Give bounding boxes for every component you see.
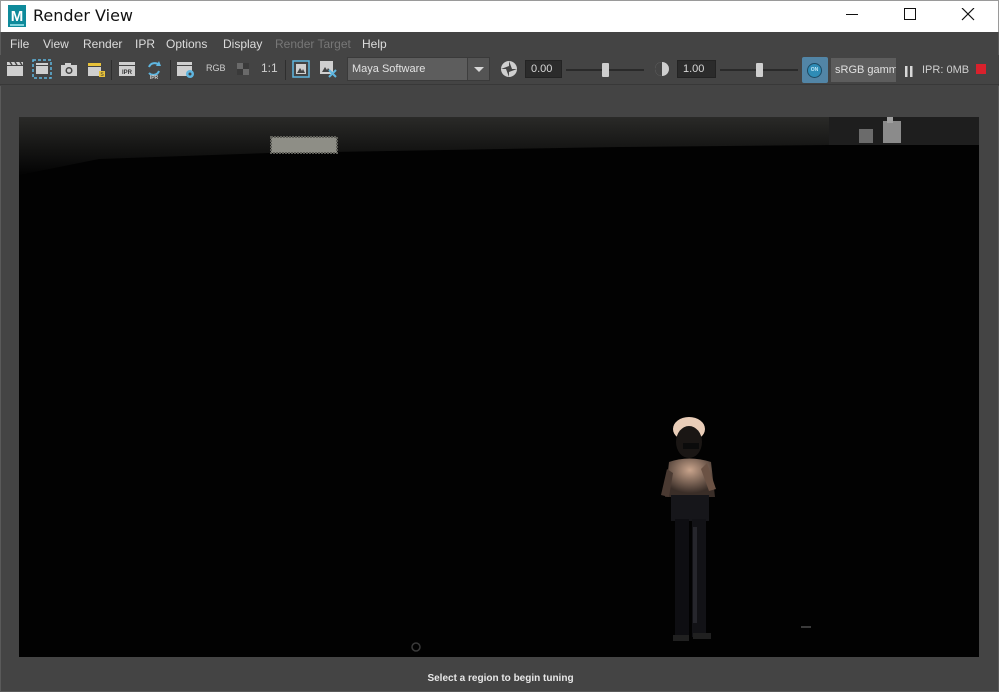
- renderer-dropdown[interactable]: Maya Software: [347, 57, 490, 81]
- maya-app-icon: M: [8, 5, 26, 27]
- rendered-image[interactable]: [19, 117, 979, 657]
- refresh-ipr-button[interactable]: IPR: [143, 58, 165, 81]
- menu-ipr[interactable]: IPR: [135, 37, 155, 51]
- menu-display[interactable]: Display: [223, 37, 262, 51]
- gamma-field[interactable]: 1.00: [677, 60, 716, 78]
- svg-text:IPR: IPR: [122, 70, 133, 76]
- clapper-icon: [7, 61, 23, 76]
- render-toolbar: S IPR IPR RGB 1:1 Maya Software 0.00 1.0…: [0, 55, 999, 85]
- render-settings-icon: [177, 62, 194, 78]
- maximize-icon: [904, 8, 916, 20]
- maximize-button[interactable]: [881, 1, 939, 31]
- title-bar: M Render View: [0, 0, 999, 32]
- menu-help[interactable]: Help: [362, 37, 387, 51]
- snapshot-button[interactable]: [58, 58, 80, 80]
- ipr-clapper-icon: IPR: [119, 62, 135, 76]
- real-size-button[interactable]: 1:1: [261, 61, 278, 75]
- close-button[interactable]: [939, 1, 997, 31]
- ipr-render-button[interactable]: IPR: [116, 58, 138, 80]
- menu-file[interactable]: File: [10, 37, 29, 51]
- render-region-icon: [32, 59, 52, 79]
- toolbar-separator: [170, 60, 171, 80]
- render-sequence-button[interactable]: S: [85, 58, 107, 80]
- aperture-icon: [501, 61, 517, 77]
- gamma-icon: [655, 62, 669, 76]
- close-icon: [961, 8, 975, 21]
- renderer-dropdown-value: Maya Software: [352, 63, 426, 75]
- menu-bar: File View Render IPR Options Display Ren…: [0, 32, 999, 55]
- menu-options[interactable]: Options: [166, 37, 207, 51]
- color-management-toggle[interactable]: ON: [802, 57, 828, 83]
- exposure-slider-thumb[interactable]: [601, 63, 609, 77]
- remove-image-icon: [320, 61, 337, 78]
- render-region-button[interactable]: [31, 58, 53, 80]
- gamma-slider-thumb[interactable]: [755, 63, 763, 77]
- gamma-icon-button[interactable]: [651, 58, 673, 80]
- keep-image-button[interactable]: [290, 58, 312, 80]
- menu-render-target: Render Target: [275, 37, 351, 51]
- keep-image-icon: [292, 60, 310, 78]
- svg-text:IPR: IPR: [150, 75, 159, 80]
- status-message: Select a region to begin tuning: [427, 673, 574, 684]
- display-rgb-channels-button[interactable]: RGB: [206, 63, 226, 73]
- render-viewport[interactable]: [0, 86, 999, 668]
- menu-view[interactable]: View: [43, 37, 69, 51]
- exposure-icon-button[interactable]: [498, 58, 520, 80]
- redo-render-button[interactable]: [4, 58, 26, 80]
- stop-render-button[interactable]: [976, 64, 986, 74]
- render-scene: [19, 117, 979, 657]
- dropdown-arrow[interactable]: [467, 58, 489, 80]
- svg-text:M: M: [11, 8, 24, 25]
- exposure-field[interactable]: 0.00: [525, 60, 562, 78]
- camera-icon: [61, 63, 77, 76]
- remove-image-button[interactable]: [317, 58, 339, 80]
- render-settings-button[interactable]: [174, 58, 196, 80]
- minimize-icon: [846, 14, 858, 15]
- menu-render[interactable]: Render: [83, 37, 122, 51]
- pause-ipr-button[interactable]: [904, 64, 914, 82]
- render-sequence-icon: S: [88, 63, 105, 78]
- color-management-on-badge: ON: [807, 63, 822, 78]
- status-bar: Select a region to begin tuning: [0, 668, 999, 692]
- refresh-icon: IPR: [148, 61, 161, 81]
- toolbar-separator: [111, 60, 112, 80]
- pause-icon: [905, 66, 913, 77]
- minimize-button[interactable]: [823, 1, 881, 31]
- view-transform-field[interactable]: sRGB gamma: [831, 58, 896, 82]
- ipr-memory-label: IPR: 0MB: [922, 64, 970, 76]
- chevron-down-icon: [474, 67, 484, 72]
- toolbar-separator: [285, 60, 286, 80]
- display-alpha-button[interactable]: [232, 58, 254, 80]
- window-title: Render View: [33, 6, 134, 25]
- alpha-channel-icon: [237, 63, 249, 75]
